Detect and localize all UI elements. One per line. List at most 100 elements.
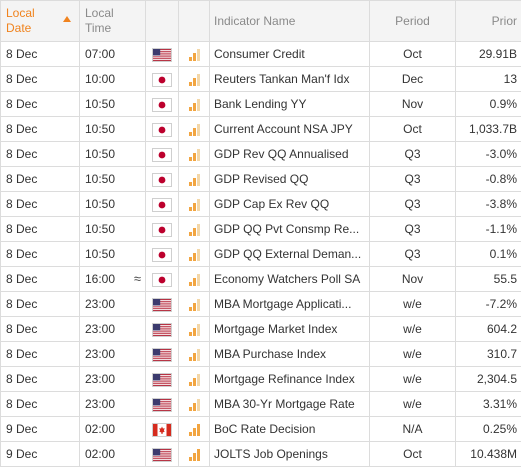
importance-cell xyxy=(178,166,210,192)
time-value: 16:00 xyxy=(85,272,116,286)
importance-cell xyxy=(178,341,210,367)
table-row[interactable]: 8 Dec 10:50 GDP QQ External Deman... Q3 0.1% xyxy=(0,241,521,267)
column-header-local-date[interactable]: Local Date xyxy=(0,0,80,42)
date-cell: 8 Dec xyxy=(0,141,80,167)
prior-cell: 10.438M xyxy=(455,441,521,467)
time-value: 23:00 xyxy=(85,397,116,411)
time-cell: 10:50 xyxy=(79,216,146,242)
table-row[interactable]: 8 Dec 10:50 GDP Rev QQ Annualised Q3 -3.0% xyxy=(0,141,521,167)
japan-flag-icon xyxy=(153,198,171,211)
country-cell xyxy=(145,441,179,467)
importance-bars-icon xyxy=(188,223,200,236)
prior-cell: 0.9% xyxy=(455,91,521,117)
period-cell: Dec xyxy=(369,66,456,92)
table-row[interactable]: 9 Dec 02:00 JOLTS Job Openings Oct 10.438M xyxy=(0,441,521,467)
indicator-name-cell[interactable]: JOLTS Job Openings xyxy=(209,441,370,467)
period-cell: Nov xyxy=(369,266,456,292)
importance-cell xyxy=(178,291,210,317)
time-value: 10:50 xyxy=(85,122,116,136)
indicator-name-cell[interactable]: Mortgage Refinance Index xyxy=(209,366,370,392)
importance-bars-icon xyxy=(188,98,200,111)
importance-cell xyxy=(178,316,210,342)
indicator-name-cell[interactable]: Consumer Credit xyxy=(209,41,370,67)
calendar-body: 8 Dec 07:00 Consumer Credit Oct 29.91B 8 Dec 1… xyxy=(0,41,521,467)
time-value: 10:50 xyxy=(85,222,116,236)
time-cell: 02:00 xyxy=(79,441,146,467)
indicator-name-cell[interactable]: GDP Cap Ex Rev QQ xyxy=(209,191,370,217)
date-cell: 8 Dec xyxy=(0,391,80,417)
column-header-indicator-name[interactable]: Indicator Name xyxy=(209,0,370,42)
country-cell xyxy=(145,266,179,292)
indicator-name-cell[interactable]: MBA Mortgage Applicati... xyxy=(209,291,370,317)
date-cell: 8 Dec xyxy=(0,316,80,342)
importance-cell xyxy=(178,266,210,292)
prior-cell: 1,033.7B xyxy=(455,116,521,142)
country-cell xyxy=(145,116,179,142)
time-cell: 10:50 xyxy=(79,166,146,192)
table-row[interactable]: 8 Dec 10:50 GDP Cap Ex Rev QQ Q3 -3.8% xyxy=(0,191,521,217)
importance-bars-icon xyxy=(188,298,200,311)
importance-bars-icon xyxy=(188,148,200,161)
date-cell: 8 Dec xyxy=(0,191,80,217)
prior-cell: 310.7 xyxy=(455,341,521,367)
column-header-prior[interactable]: Prior xyxy=(455,0,521,42)
indicator-name-cell[interactable]: Current Account NSA JPY xyxy=(209,116,370,142)
column-header-period[interactable]: Period xyxy=(369,0,456,42)
date-cell: 8 Dec xyxy=(0,341,80,367)
column-header-local-time[interactable]: Local Time xyxy=(79,0,146,42)
indicator-name-cell[interactable]: Economy Watchers Poll SA xyxy=(209,266,370,292)
importance-cell xyxy=(178,441,210,467)
table-row[interactable]: 8 Dec 10:50 Current Account NSA JPY Oct 1,03… xyxy=(0,116,521,142)
us-flag-icon xyxy=(153,373,171,386)
table-row[interactable]: 8 Dec 10:50 Bank Lending YY Nov 0.9% xyxy=(0,91,521,117)
indicator-name-cell[interactable]: Bank Lending YY xyxy=(209,91,370,117)
prior-cell: -0.8% xyxy=(455,166,521,192)
indicator-name-cell[interactable]: MBA 30-Yr Mortgage Rate xyxy=(209,391,370,417)
time-cell: 07:00 xyxy=(79,41,146,67)
indicator-name-cell[interactable]: Reuters Tankan Man'f Idx xyxy=(209,66,370,92)
table-row[interactable]: 8 Dec 23:00 Mortgage Refinance Index w/e 2,3… xyxy=(0,366,521,392)
period-cell: w/e xyxy=(369,366,456,392)
indicator-name-cell[interactable]: GDP QQ Pvt Consmp Re... xyxy=(209,216,370,242)
time-value: 07:00 xyxy=(85,47,116,61)
date-cell: 8 Dec xyxy=(0,216,80,242)
indicator-name-cell[interactable]: GDP Rev QQ Annualised xyxy=(209,141,370,167)
period-cell: Nov xyxy=(369,91,456,117)
economic-calendar-table: Local Date Local Time Indicator Name Per… xyxy=(0,0,521,467)
table-row[interactable]: 8 Dec 23:00 Mortgage Market Index w/e 604.2 xyxy=(0,316,521,342)
header-row: Local Date Local Time Indicator Name Per… xyxy=(0,0,521,42)
time-value: 23:00 xyxy=(85,347,116,361)
japan-flag-icon xyxy=(153,98,171,111)
period-cell: Q3 xyxy=(369,166,456,192)
period-cell: Q3 xyxy=(369,241,456,267)
period-cell: N/A xyxy=(369,416,456,442)
column-header-label: Indicator Name xyxy=(214,13,296,28)
table-row[interactable]: 9 Dec 02:00 BoC Rate Decision N/A 0.25% xyxy=(0,416,521,442)
table-row[interactable]: 8 Dec 10:00 Reuters Tankan Man'f Idx Dec 13 xyxy=(0,66,521,92)
table-row[interactable]: 8 Dec 10:50 GDP QQ Pvt Consmp Re... Q3 -1.1% xyxy=(0,216,521,242)
table-row[interactable]: 8 Dec 10:50 GDP Revised QQ Q3 -0.8% xyxy=(0,166,521,192)
period-cell: Q3 xyxy=(369,216,456,242)
table-row[interactable]: 8 Dec 16:00 ≈ Economy Watchers Poll SA Nov 55… xyxy=(0,266,521,292)
country-cell xyxy=(145,66,179,92)
time-cell: 10:50 xyxy=(79,91,146,117)
table-row[interactable]: 8 Dec 23:00 MBA Mortgage Applicati... w/e -7… xyxy=(0,291,521,317)
table-row[interactable]: 8 Dec 23:00 MBA Purchase Index w/e 310.7 xyxy=(0,341,521,367)
indicator-name-cell[interactable]: GDP Revised QQ xyxy=(209,166,370,192)
period-cell: Q3 xyxy=(369,141,456,167)
importance-cell xyxy=(178,416,210,442)
us-flag-icon xyxy=(153,323,171,336)
indicator-name-cell[interactable]: MBA Purchase Index xyxy=(209,341,370,367)
importance-bars-icon xyxy=(188,398,200,411)
indicator-name-cell[interactable]: Mortgage Market Index xyxy=(209,316,370,342)
importance-cell xyxy=(178,41,210,67)
table-row[interactable]: 8 Dec 23:00 MBA 30-Yr Mortgage Rate w/e 3.31… xyxy=(0,391,521,417)
time-value: 10:50 xyxy=(85,197,116,211)
table-row[interactable]: 8 Dec 07:00 Consumer Credit Oct 29.91B xyxy=(0,41,521,67)
period-cell: w/e xyxy=(369,391,456,417)
prior-cell: 0.1% xyxy=(455,241,521,267)
indicator-name-cell[interactable]: BoC Rate Decision xyxy=(209,416,370,442)
time-value: 10:50 xyxy=(85,97,116,111)
japan-flag-icon xyxy=(153,148,171,161)
indicator-name-cell[interactable]: GDP QQ External Deman... xyxy=(209,241,370,267)
